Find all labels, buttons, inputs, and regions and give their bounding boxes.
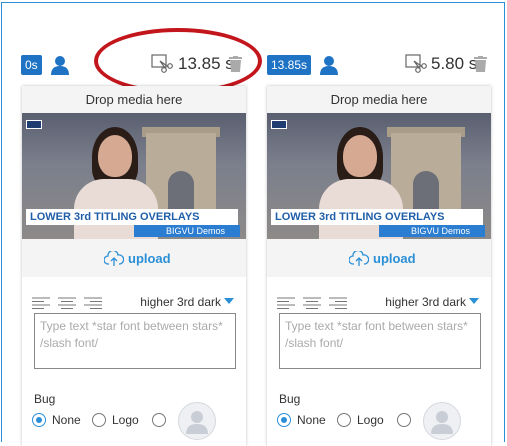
style-select-value: higher 3rd dark (140, 295, 221, 309)
bigvu-logo (271, 120, 287, 129)
bug-none-label: None (297, 413, 326, 427)
bug-logo-radio[interactable] (337, 413, 351, 427)
drop-zone[interactable]: Drop media here (267, 86, 491, 113)
lower-third-title: LOWER 3rd TITLING OVERLAYS (271, 209, 483, 225)
avatar-placeholder-icon[interactable] (178, 402, 216, 440)
bug-logo-radio[interactable] (92, 413, 106, 427)
bug-avatar-radio[interactable] (152, 413, 166, 427)
avatar-placeholder-icon[interactable] (423, 402, 461, 440)
time-badge: 13.85s (267, 55, 312, 75)
align-left-icon[interactable] (277, 297, 295, 309)
upload-label: upload (128, 251, 171, 266)
clip-duration: 5.80 s (431, 54, 478, 73)
lower-third-subtitle: BIGVU Demos (379, 225, 485, 237)
clip-card-2: Drop media here LOWER 3rd TITLING OVERLA… (267, 86, 491, 446)
align-right-icon[interactable] (329, 297, 347, 309)
upload-button[interactable]: upload (348, 249, 416, 269)
highlight-annotation (94, 28, 262, 94)
video-thumbnail[interactable]: LOWER 3rd TITLING OVERLAYS BIGVU Demos (22, 113, 246, 239)
bug-logo-label: Logo (357, 413, 384, 427)
upload-label: upload (373, 251, 416, 266)
chevron-down-icon (469, 298, 479, 304)
user-icon[interactable] (320, 55, 338, 75)
trash-icon[interactable] (474, 56, 487, 72)
avatar-silhouette (186, 411, 208, 434)
style-select[interactable]: higher 3rd dark (385, 295, 479, 309)
upload-row: upload (22, 239, 246, 277)
bug-label: Bug (279, 392, 301, 406)
style-select-value: higher 3rd dark (385, 295, 466, 309)
align-left-icon[interactable] (32, 297, 50, 309)
drop-zone[interactable]: Drop media here (22, 86, 246, 113)
upload-row: upload (267, 239, 491, 277)
align-center-icon[interactable] (303, 297, 321, 309)
align-center-icon[interactable] (58, 297, 76, 309)
cloud-upload-icon (103, 249, 125, 266)
bug-label: Bug (34, 392, 56, 406)
video-thumbnail[interactable]: LOWER 3rd TITLING OVERLAYS BIGVU Demos (267, 113, 491, 239)
presenter-face (98, 135, 132, 177)
avatar-silhouette (431, 411, 453, 434)
lower-third-title: LOWER 3rd TITLING OVERLAYS (26, 209, 238, 225)
style-select[interactable]: higher 3rd dark (140, 295, 234, 309)
scissors-cut-icon[interactable] (405, 54, 427, 74)
bug-none-radio[interactable] (277, 413, 291, 427)
bug-avatar-radio[interactable] (397, 413, 411, 427)
cloud-upload-icon (348, 249, 370, 266)
clip-card-1: Drop media here LOWER 3rd TITLING OVERLA… (22, 86, 246, 446)
align-right-icon[interactable] (84, 297, 102, 309)
bug-logo-label: Logo (112, 413, 139, 427)
bug-none-label: None (52, 413, 81, 427)
overlay-text-input[interactable]: Type text *star font between stars* /sla… (34, 313, 236, 369)
chevron-down-icon (224, 298, 234, 304)
lower-third-subtitle: BIGVU Demos (134, 225, 240, 237)
overlay-text-input[interactable]: Type text *star font between stars* /sla… (279, 313, 481, 369)
bug-none-radio[interactable] (32, 413, 46, 427)
presenter-face (343, 135, 377, 177)
bigvu-logo (26, 120, 42, 129)
upload-button[interactable]: upload (103, 249, 171, 269)
